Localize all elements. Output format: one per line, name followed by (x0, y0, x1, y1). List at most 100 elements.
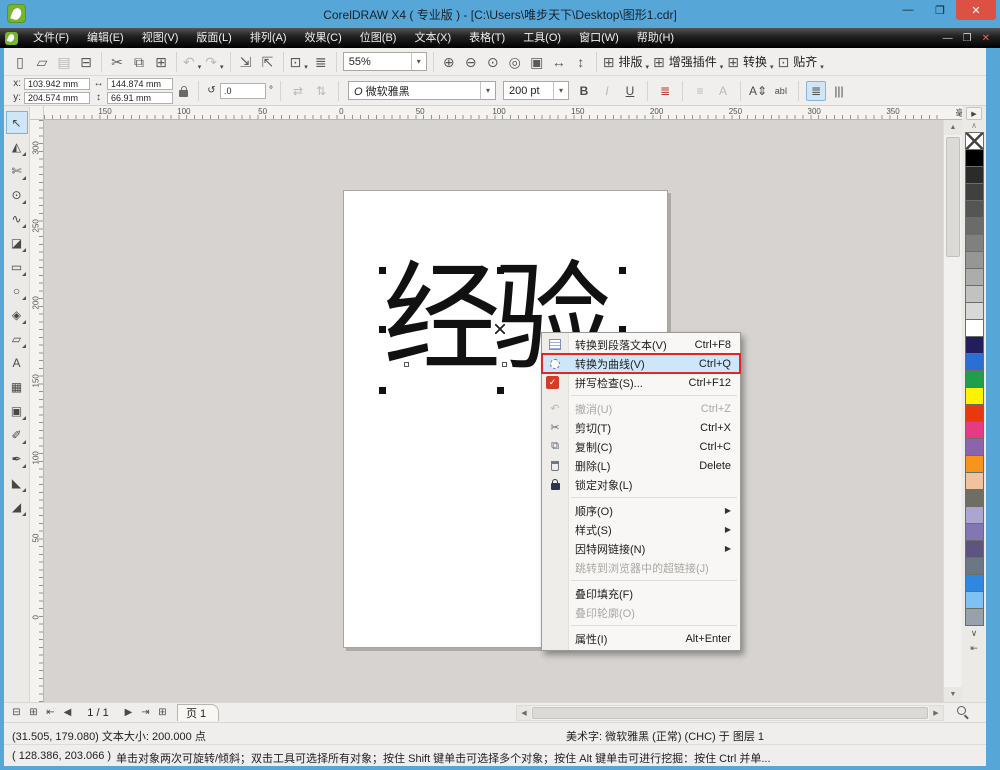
color-swatch[interactable] (965, 574, 984, 592)
rotation-angle-input[interactable]: .0 (220, 83, 266, 99)
smart-fill-tool[interactable]: ◪ (6, 231, 28, 254)
underline-button[interactable]: U (620, 81, 640, 101)
color-swatch[interactable] (965, 166, 984, 184)
menubar-item[interactable]: 效果(C) (296, 28, 351, 48)
next-page-button[interactable]: ▶ (120, 704, 137, 721)
menubar-item[interactable]: 排列(A) (241, 28, 296, 48)
zoom-levels-combo[interactable]: 55%▾ (343, 52, 427, 71)
object-height-input[interactable]: 66.91 mm (107, 92, 173, 104)
color-swatch[interactable] (965, 523, 984, 541)
paste-button[interactable]: ⊞ (150, 51, 172, 73)
menubar-item[interactable]: 编辑(E) (78, 28, 133, 48)
chevron-down-icon[interactable]: ▾ (820, 63, 824, 71)
snap-options-button[interactable]: ⊡贴齐▾ (776, 51, 826, 73)
color-swatch[interactable] (965, 540, 984, 558)
convert-app-button[interactable]: ⊞转换▾ (725, 51, 775, 73)
color-swatch[interactable] (965, 336, 984, 354)
color-swatch[interactable] (965, 319, 984, 337)
bold-button[interactable]: B (574, 81, 594, 101)
zoom-to-page-button[interactable]: ▣ (526, 51, 548, 73)
minimize-button[interactable]: — (892, 0, 924, 20)
lock-ratio-icon[interactable] (179, 90, 188, 97)
chevron-down-icon[interactable]: ▾ (646, 63, 650, 71)
chevron-down-icon[interactable]: ▾ (198, 63, 202, 71)
x-position-input[interactable]: 103.942 mm (24, 78, 90, 90)
zoom-in-button[interactable]: ⊕ (438, 51, 460, 73)
pick-tool[interactable]: ↖ (6, 111, 28, 134)
quick-zoom-icon[interactable] (957, 706, 972, 721)
color-swatch[interactable] (965, 149, 984, 167)
italic-button[interactable]: I (597, 81, 617, 101)
page-tab[interactable]: 页 1 (177, 704, 219, 721)
first-page-button[interactable]: ⇤ (42, 704, 59, 721)
horizontal-ruler[interactable]: 15010050050100150200250300350 (44, 106, 943, 120)
edit-text-button[interactable]: abI (771, 81, 791, 101)
vertical-ruler[interactable]: 300250200150100500 (30, 120, 44, 702)
cut-button[interactable]: ✂ (106, 51, 128, 73)
last-page-button[interactable]: ⇥ (137, 704, 154, 721)
context-menu-item[interactable]: 叠印轮廓(O) (542, 603, 740, 622)
horizontal-scrollbar[interactable]: ◀ ▶ (516, 705, 944, 721)
text-tool[interactable]: A (6, 351, 28, 374)
y-position-input[interactable]: 204.574 mm (24, 92, 90, 104)
selection-handle-bottom-center[interactable] (497, 387, 504, 394)
context-menu-item[interactable]: 删除(L)Delete (542, 456, 740, 475)
ruler-origin-corner[interactable] (30, 106, 44, 120)
interactive-blend-tool[interactable]: ▣ (6, 399, 28, 422)
menubar-item[interactable]: 版面(L) (187, 28, 240, 48)
text-node-marker[interactable] (502, 362, 507, 367)
character-formatting-button[interactable]: A⇕ (748, 81, 768, 101)
color-swatch[interactable] (965, 234, 984, 252)
ellipse-tool[interactable]: ○ (6, 279, 28, 302)
chevron-down-icon[interactable]: ▾ (411, 53, 426, 70)
redo-button[interactable]: ↷▾ (203, 51, 225, 73)
color-swatch[interactable] (965, 370, 984, 388)
drop-cap-button[interactable]: A (713, 81, 733, 101)
context-menu-item[interactable]: 锁定对象(L) (542, 475, 740, 494)
scroll-up-arrow[interactable]: ▲ (944, 120, 962, 135)
context-menu-item[interactable]: 属性(I)Alt+Enter (542, 629, 740, 648)
object-center-marker[interactable] (495, 324, 505, 334)
add-page-after-button[interactable]: ⊞ (154, 704, 171, 721)
close-button[interactable]: ✕ (956, 0, 996, 20)
font-size-combo[interactable]: 200 pt ▾ (503, 81, 569, 100)
context-menu-item[interactable]: ↶撤消(U)Ctrl+Z (542, 399, 740, 418)
selection-handle-top-right[interactable] (619, 267, 626, 274)
color-swatch[interactable] (965, 251, 984, 269)
zoom-to-all-objects-button[interactable]: ◎ (504, 51, 526, 73)
color-swatch[interactable] (965, 353, 984, 371)
color-swatch[interactable] (965, 506, 984, 524)
text-alignment-button[interactable]: ≣ (655, 81, 675, 101)
menubar-item[interactable]: 帮助(H) (628, 28, 683, 48)
interactive-fill-tool[interactable]: ◢ (6, 495, 28, 518)
layout-app-button[interactable]: ⊞排版▾ (601, 51, 651, 73)
menubar-item[interactable]: 表格(T) (460, 28, 514, 48)
chevron-down-icon[interactable]: ▾ (304, 63, 308, 71)
context-menu-item[interactable]: 转换到段落文本(V)Ctrl+F8 (542, 335, 740, 354)
export-button[interactable]: ⇱ (257, 51, 279, 73)
mirror-vertical-button[interactable]: ⇅ (311, 81, 331, 101)
eyedropper-tool[interactable]: ✐ (6, 423, 28, 446)
color-swatch[interactable] (965, 557, 984, 575)
color-swatch[interactable] (965, 268, 984, 286)
color-swatch[interactable] (965, 302, 984, 320)
zoom-to-selection-button[interactable]: ⊙ (482, 51, 504, 73)
zoom-tool[interactable]: ⊙ (6, 183, 28, 206)
context-menu-item[interactable]: 顺序(O)▶ (542, 501, 740, 520)
chevron-down-icon[interactable]: ▾ (480, 82, 495, 99)
selection-handle-mid-left[interactable] (379, 326, 386, 333)
rectangle-tool[interactable]: ▭ (6, 255, 28, 278)
context-menu-item[interactable]: 因特网链接(N)▶ (542, 539, 740, 558)
color-swatch[interactable] (965, 404, 984, 422)
outline-pen-tool[interactable]: ✒ (6, 447, 28, 470)
selection-handle-bottom-left[interactable] (379, 387, 386, 394)
color-swatch[interactable] (965, 608, 984, 626)
new-document-button[interactable]: ▯ (9, 51, 31, 73)
palette-flyout-button[interactable]: ▶ (966, 107, 982, 120)
application-launcher-button[interactable]: ⊡▾ (288, 51, 310, 73)
mirror-horizontal-button[interactable]: ⇄ (288, 81, 308, 101)
scroll-down-arrow[interactable]: ▼ (944, 687, 962, 702)
freehand-tool[interactable]: ∿ (6, 207, 28, 230)
import-button[interactable]: ⇲ (235, 51, 257, 73)
copy-button[interactable]: ⧉ (128, 51, 150, 73)
